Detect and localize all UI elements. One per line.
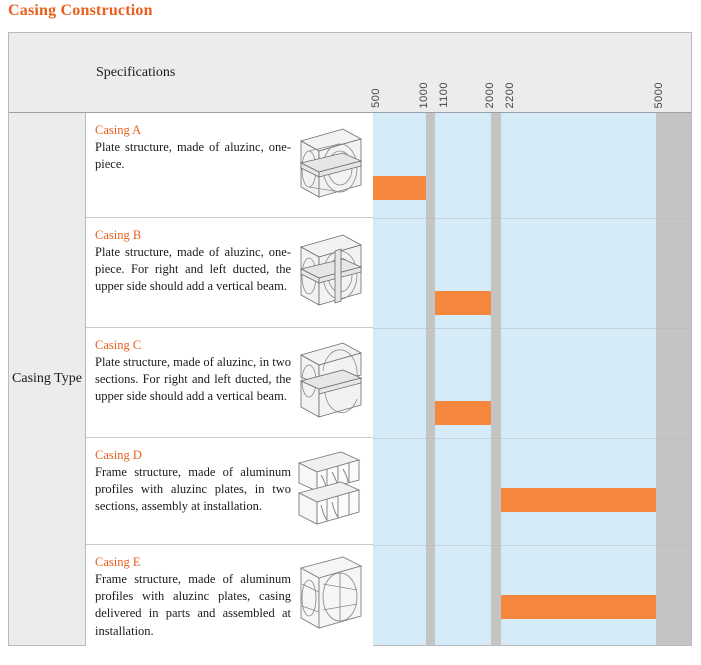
column-label-2200: 2200 (504, 81, 516, 108)
range-bar-casing-e (501, 595, 656, 619)
table-row: Casing D Frame structure, made of alumin… (86, 438, 373, 545)
table-row: Casing E Frame structure, made of alumin… (86, 545, 373, 646)
page-title: Casing Construction (8, 2, 153, 19)
column-label-5000: 5000 (653, 81, 665, 108)
casing-two-section-icon (291, 341, 369, 425)
row-separator (373, 438, 691, 439)
casing-one-piece-beam-icon (291, 231, 369, 315)
casing-description: Frame structure, made of aluminum profil… (95, 571, 291, 638)
band-divider-1 (426, 33, 435, 645)
row-separator (373, 328, 691, 329)
casing-description: Frame structure, made of aluminum profil… (95, 464, 291, 514)
casing-one-piece-icon (291, 123, 369, 207)
band-1100-2000 (435, 33, 491, 645)
range-bar-casing-c (435, 401, 491, 425)
band-2200-5000 (501, 33, 656, 645)
table-row: Casing C Plate structure, made of aluzin… (86, 328, 373, 438)
table-row: Casing A Plate structure, made of aluzin… (86, 113, 373, 218)
casing-name: Casing E (95, 555, 141, 569)
casing-name: Casing C (95, 338, 142, 352)
band-divider-2 (491, 33, 501, 645)
row-separator (373, 545, 691, 546)
column-label-500: 500 (370, 88, 382, 108)
casing-description: Plate structure, made of aluzinc, one-pi… (95, 139, 291, 172)
specifications-header: Specifications (96, 65, 176, 80)
casing-type-label: Casing Type (9, 113, 86, 645)
casing-frame-two-section-icon (291, 449, 369, 533)
band-500-1000 (373, 33, 426, 645)
table-row: Casing B Plate structure, made of aluzin… (86, 218, 373, 328)
casing-description: Plate structure, made of aluzinc, one-pi… (95, 244, 291, 294)
casing-name: Casing B (95, 228, 142, 242)
range-bar-casing-a (373, 176, 426, 200)
row-separator (373, 218, 691, 219)
casing-frame-parts-icon (291, 554, 369, 638)
column-label-1000: 1000 (418, 81, 430, 108)
casing-name: Casing A (95, 123, 142, 137)
column-label-2000: 2000 (484, 81, 496, 108)
column-label-1100: 1100 (438, 82, 450, 108)
casing-construction-matrix: Specifications 500 1000 1100 2000 2200 5… (8, 32, 692, 646)
band-divider-3 (656, 33, 691, 645)
range-bar-casing-b (435, 291, 491, 315)
range-bar-casing-d (501, 488, 656, 512)
casing-description: Plate structure, made of aluzinc, in two… (95, 354, 291, 404)
casing-name: Casing D (95, 448, 142, 462)
table-header-row: Specifications 500 1000 1100 2000 2200 5… (9, 33, 691, 113)
